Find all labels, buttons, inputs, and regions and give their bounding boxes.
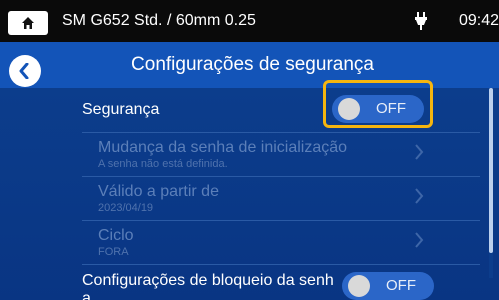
chevron-right-icon [415,188,424,204]
clock: 09:42 [459,12,499,29]
splice-program-title: SM G652 Std. / 60mm 0.25 [62,12,256,29]
toggle-knob [348,275,370,297]
divider [82,220,480,221]
divider [82,264,480,265]
security-toggle-highlight [323,80,433,128]
plug-icon [415,12,427,30]
password-lock-toggle[interactable]: OFF [342,272,434,300]
chevron-right-icon [415,144,424,160]
password-lock-label-wrap: a [82,290,91,300]
password-lock-label: Configurações de bloqueio da senh [82,272,334,289]
scrollbar-thumb[interactable] [489,88,493,253]
screen: SM G652 Std. / 60mm 0.25 09:42 Configura… [0,0,499,300]
security-label: Segurança [82,101,160,118]
home-button[interactable] [8,11,48,35]
valid-from-date: 2023/04/19 [98,202,154,214]
password-change-sub: A senha não está definida. [98,158,228,170]
status-bar: SM G652 Std. / 60mm 0.25 09:42 [0,0,499,42]
valid-from-label: Válido a partir de [98,183,219,200]
divider [82,176,480,177]
home-icon [22,17,34,29]
password-change-label: Mudança da senha de inicialização [98,139,348,156]
toggle-state: OFF [386,277,416,294]
divider [82,132,480,133]
cycle-label: Ciclo [98,227,134,244]
chevron-right-icon [415,232,424,248]
cycle-value: FORA [98,246,129,258]
page-title: Configurações de segurança [131,54,374,75]
